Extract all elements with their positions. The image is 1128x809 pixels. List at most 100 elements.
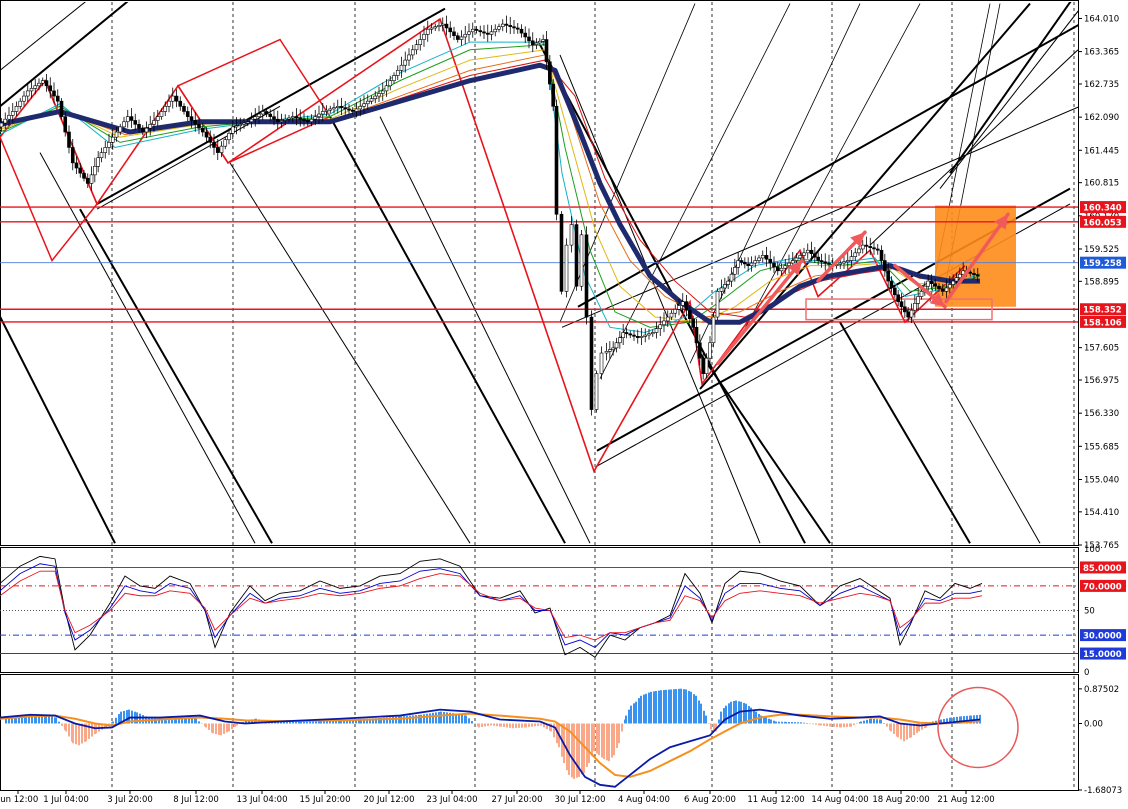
candle-body [658, 324, 663, 329]
macd-histogram-bar [785, 721, 787, 724]
trend-line-down [79, 208, 273, 544]
candle-body [551, 83, 555, 107]
candle-body [85, 177, 90, 184]
candle-body [362, 103, 366, 107]
macd-histogram-bar [870, 718, 872, 724]
candle-body [155, 116, 160, 121]
candle-body [530, 40, 535, 45]
channel-line [699, 2, 1031, 390]
macd-histogram-bar [910, 723, 912, 738]
macd-histogram-bar [710, 723, 712, 730]
candle-body [373, 95, 378, 99]
candle-body [10, 111, 15, 116]
candle-body [838, 262, 843, 265]
y-axis-label: 163.365 [1084, 48, 1119, 58]
macd-histogram-bar [768, 718, 770, 724]
candle-body [223, 139, 228, 147]
channel-line [939, 10, 1078, 189]
trend-line-down [839, 321, 971, 544]
macd-histogram-bar [601, 723, 603, 758]
candle-body [193, 120, 198, 125]
candle-body [584, 234, 589, 318]
candle-body [339, 106, 344, 108]
candle-body [444, 23, 449, 29]
macd-histogram-bar [603, 723, 605, 760]
candle-body [298, 117, 303, 120]
candle-body [975, 274, 980, 277]
macd-histogram-bar [683, 689, 685, 724]
candle-body [654, 328, 659, 333]
macd-histogram-bar [675, 689, 677, 724]
macd-histogram-bar [231, 723, 233, 730]
candle-body [512, 26, 516, 29]
macd-histogram-bar [220, 723, 222, 736]
candle-body [604, 351, 609, 354]
macd-histogram-bar [650, 691, 652, 724]
macd-histogram-bar [743, 702, 745, 724]
level-tag-label: 85.0000 [1083, 564, 1122, 574]
macd-histogram-bar [800, 722, 802, 724]
macd-histogram-bar [818, 723, 820, 726]
candle-body [369, 98, 374, 102]
macd-histogram-bar [668, 689, 670, 724]
candle-body [624, 332, 629, 335]
x-axis-label: 23 Jul 04:00 [427, 795, 478, 805]
candle-body [790, 260, 795, 264]
macd-histogram-bar [465, 715, 467, 724]
candle-body [787, 262, 791, 266]
candle-body [44, 80, 49, 87]
candle-body [662, 320, 666, 326]
candle-body [133, 120, 138, 125]
candle-body [544, 39, 549, 63]
macd-histogram-bar [880, 719, 882, 724]
candle-body [67, 131, 71, 148]
candle-body [52, 90, 56, 97]
candle-body [864, 244, 869, 247]
candle-body [508, 25, 513, 27]
channel-line [96, 7, 446, 205]
candle-body [125, 116, 130, 123]
y-axis-label: 161.445 [1084, 146, 1119, 156]
candle-body [392, 75, 396, 81]
y-axis-label: 0.87502 [1084, 685, 1119, 695]
y-axis-label: 156.330 [1084, 409, 1119, 419]
candle-body [215, 147, 220, 153]
level-tag-label: 30.0000 [1083, 632, 1122, 642]
macd-histogram-bar [426, 713, 428, 724]
macd-histogram-bar [860, 721, 862, 724]
macd-histogram-bar [638, 698, 640, 724]
candle-body [59, 100, 64, 117]
macd-histogram-bar [635, 701, 637, 724]
macd-histogram-bar [830, 723, 832, 727]
moving-average-line [0, 41, 981, 333]
candle-body [459, 36, 464, 40]
macd-histogram-bar [165, 720, 167, 724]
macd-histogram-bar [846, 723, 848, 727]
candle-body [757, 257, 761, 261]
candle-body [167, 100, 171, 107]
candle-body [680, 301, 685, 306]
macd-histogram-bar [833, 723, 835, 727]
candle-body [144, 127, 149, 133]
candle-body [234, 125, 239, 128]
macd-histogram-bar [781, 721, 783, 724]
candle-body [944, 287, 949, 292]
candle-body [114, 131, 119, 138]
candle-body [110, 136, 115, 143]
macd-histogram-bar [586, 723, 588, 768]
candle-body [772, 262, 776, 268]
candle-body [279, 120, 284, 123]
candle-body [204, 131, 209, 138]
candle-body [599, 352, 604, 374]
candle-body [783, 265, 788, 269]
candle-body [200, 127, 205, 133]
macd-histogram-bar [803, 722, 805, 724]
candle-body [89, 174, 94, 184]
candle-body [170, 95, 175, 102]
candle-body [212, 142, 216, 148]
candle-body [249, 118, 254, 123]
candle-body [219, 145, 224, 153]
macd-histogram-bar [883, 723, 885, 724]
macd-histogram-bar [678, 688, 680, 724]
candle-body [140, 127, 145, 133]
